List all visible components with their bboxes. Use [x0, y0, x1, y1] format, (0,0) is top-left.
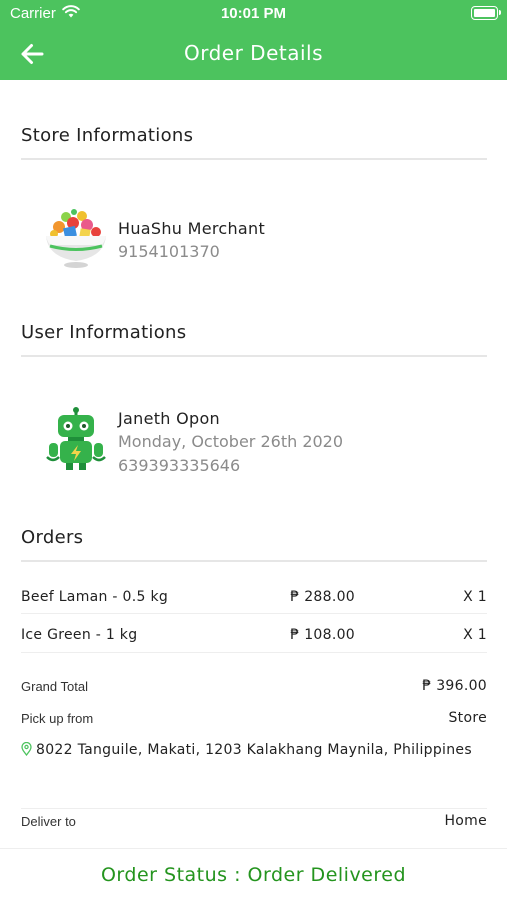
user-divider: [21, 355, 487, 357]
status-time: 10:01 PM: [220, 5, 287, 22]
user-date: Monday, October 26th 2020: [118, 432, 344, 451]
orders-section-title: Orders: [21, 527, 84, 548]
grand-total-label: Grand Total: [21, 679, 88, 694]
order-item-price: ₱ 288.00: [290, 589, 355, 605]
user-phone: 639393335646: [118, 456, 241, 475]
nav-bar: Order Details: [0, 28, 507, 80]
pickup-address: 8022 Tanguile, Makati, 1203 Kalakhang Ma…: [21, 740, 481, 762]
order-row: Beef Laman - 0.5 kg ₱ 288.00 X 1: [21, 589, 487, 613]
pickup-label: Pick up from: [21, 711, 94, 726]
order-row-divider: [21, 613, 487, 614]
user-name: Janeth Opon: [118, 409, 220, 428]
order-item-price: ₱ 108.00: [290, 627, 355, 643]
store-name: HuaShu Merchant: [118, 219, 266, 238]
map-pin-icon: [21, 741, 32, 762]
deliver-label: Deliver to: [21, 814, 76, 829]
battery-icon: [471, 6, 501, 20]
robot-icon: [46, 407, 106, 470]
address-text: 8022 Tanguile, Makati, 1203 Kalakhang Ma…: [36, 742, 472, 758]
user-avatar: [44, 407, 108, 471]
store-phone: 9154101370: [118, 242, 220, 261]
order-item-name: Ice Green - 1 kg: [21, 627, 138, 643]
app-header: Carrier 10:01 PM Order Details: [0, 0, 507, 80]
order-row-divider: [21, 652, 487, 653]
store-divider: [21, 158, 487, 160]
status-bar: Carrier 10:01 PM: [0, 0, 507, 28]
order-status-text: Order Status : Order Delivered: [100, 864, 407, 886]
order-item-qty: X 1: [463, 589, 487, 605]
order-row: Ice Green - 1 kg ₱ 108.00 X 1: [21, 627, 487, 651]
orders-divider: [21, 560, 487, 562]
store-avatar: [44, 205, 108, 269]
arrow-left-icon: [21, 44, 44, 64]
order-item-qty: X 1: [463, 627, 487, 643]
page-title: Order Details: [183, 41, 324, 65]
fruit-bowl-icon: [46, 209, 106, 268]
order-item-name: Beef Laman - 0.5 kg: [21, 589, 169, 605]
deliver-value: Home: [444, 813, 487, 829]
back-button[interactable]: [14, 36, 50, 72]
store-section-title: Store Informations: [21, 125, 194, 146]
grand-total-value: ₱ 396.00: [422, 678, 487, 694]
deliver-divider: [21, 808, 487, 809]
pickup-value: Store: [448, 710, 487, 726]
user-section-title: User Informations: [21, 322, 187, 343]
order-status-bar: Order Status : Order Delivered: [0, 848, 507, 900]
